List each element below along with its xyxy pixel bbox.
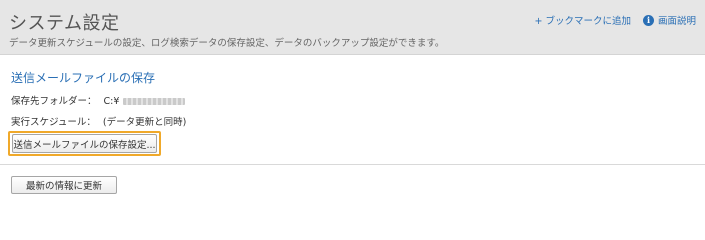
save-folder-value: C:¥ — [103, 96, 120, 107]
save-settings-button[interactable]: 送信メールファイルの保存設定... — [12, 134, 157, 153]
info-icon: i — [642, 14, 654, 26]
section-title: 送信メールファイルの保存 — [11, 71, 156, 85]
page-title: システム設定 — [9, 13, 120, 34]
schedule-row: 実行スケジュール： (データ更新と同時) — [11, 114, 186, 128]
page-description: データ更新スケジュールの設定、ログ検索データの保存設定、データのバックアップ設定… — [9, 38, 445, 49]
divider — [0, 164, 705, 165]
header-links: + ブックマークに追加 i 画面説明 — [535, 13, 696, 27]
help-link-label: 画面説明 — [657, 16, 696, 27]
help-link[interactable]: i 画面説明 — [642, 13, 696, 27]
page-header: システム設定 データ更新スケジュールの設定、ログ検索データの保存設定、データのバ… — [0, 0, 705, 55]
schedule-value: (データ更新と同時) — [102, 117, 187, 128]
save-folder-row: 保存先フォルダー： C:¥ — [11, 93, 186, 107]
add-bookmark-link[interactable]: + ブックマークに追加 — [535, 13, 631, 27]
refresh-button[interactable]: 最新の情報に更新 — [11, 176, 117, 194]
save-folder-label: 保存先フォルダー： — [11, 96, 97, 107]
schedule-label: 実行スケジュール： — [11, 117, 96, 128]
redacted-path — [123, 98, 186, 105]
